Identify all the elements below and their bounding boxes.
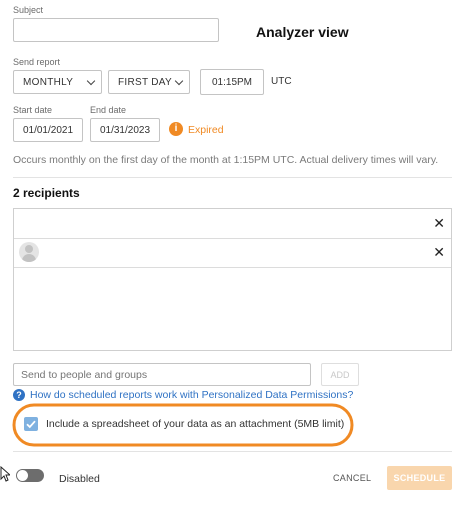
recipient-row: ✕ <box>14 238 451 268</box>
attachment-checkbox[interactable] <box>24 417 38 431</box>
enable-toggle[interactable] <box>16 469 44 482</box>
toggle-label: Disabled <box>59 473 100 485</box>
end-date-input[interactable]: 01/31/2023 <box>90 118 160 142</box>
frequency-select[interactable]: MONTHLY <box>13 70 102 94</box>
help-icon[interactable]: ? <box>13 389 25 401</box>
add-button[interactable]: ADD <box>321 363 359 386</box>
day-select[interactable]: FIRST DAY <box>108 70 190 94</box>
chevron-down-icon <box>174 76 184 85</box>
frequency-value: MONTHLY <box>23 76 74 88</box>
schedule-button[interactable]: SCHEDULE <box>387 466 452 490</box>
recipients-list: ✕ ✕ <box>13 208 452 351</box>
subject-input[interactable] <box>13 18 219 42</box>
end-date-label: End date <box>90 105 127 115</box>
timezone-label: UTC <box>271 76 292 87</box>
cancel-button[interactable]: CANCEL <box>333 473 371 483</box>
day-value: FIRST DAY <box>118 76 173 88</box>
divider <box>13 177 452 178</box>
analyzer-view-annotation: Analyzer view <box>256 24 349 40</box>
chevron-down-icon <box>86 76 96 85</box>
start-date-label: Start date <box>13 105 53 115</box>
divider <box>13 451 452 452</box>
send-report-label: Send report <box>13 57 61 67</box>
time-value: 01:15PM <box>211 76 253 88</box>
help-link[interactable]: How do scheduled reports work with Perso… <box>30 389 353 401</box>
end-date-value: 01/31/2023 <box>99 124 151 136</box>
schedule-summary: Occurs monthly on the first day of the m… <box>13 154 439 166</box>
expired-label: Expired <box>188 124 224 136</box>
start-date-input[interactable]: 01/01/2021 <box>13 118 83 142</box>
recipients-input[interactable] <box>13 363 311 386</box>
attachment-label: Include a spreadsheet of your data as an… <box>46 418 345 430</box>
avatar <box>19 242 39 262</box>
info-warning-icon: i <box>169 122 183 136</box>
recipient-row: ✕ <box>14 209 451 239</box>
checkmark-icon <box>26 420 36 429</box>
time-input[interactable]: 01:15PM <box>200 69 264 95</box>
close-icon[interactable]: ✕ <box>433 216 445 230</box>
recipients-heading: 2 recipients <box>13 186 80 200</box>
mouse-cursor-icon <box>0 466 10 482</box>
toggle-knob <box>17 470 28 481</box>
subject-label: Subject <box>13 5 44 15</box>
start-date-value: 01/01/2021 <box>22 124 74 136</box>
close-icon[interactable]: ✕ <box>433 245 445 259</box>
